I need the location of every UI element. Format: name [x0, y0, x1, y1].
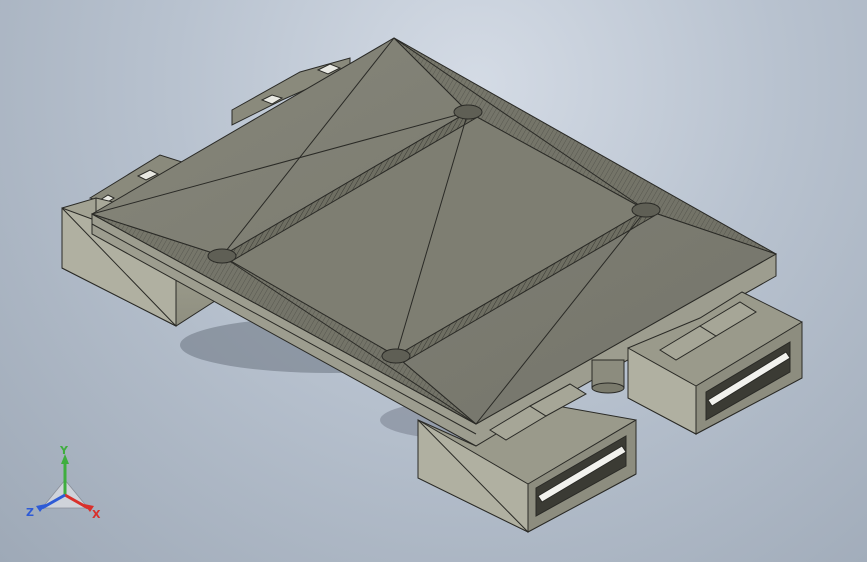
3d-model-view[interactable] [0, 0, 867, 562]
mount-hole [207, 248, 237, 264]
mount-hole [453, 104, 483, 120]
mount-hole [381, 348, 411, 364]
x-axis-label: X [92, 508, 101, 521]
orientation-triad[interactable]: Y X Z [20, 440, 110, 530]
y-axis-label: Y [59, 444, 69, 457]
standoff-post [591, 359, 625, 394]
graphics-viewport[interactable]: Y X Z [0, 0, 867, 562]
z-axis-label: Z [26, 506, 34, 519]
mount-hole [631, 202, 661, 218]
